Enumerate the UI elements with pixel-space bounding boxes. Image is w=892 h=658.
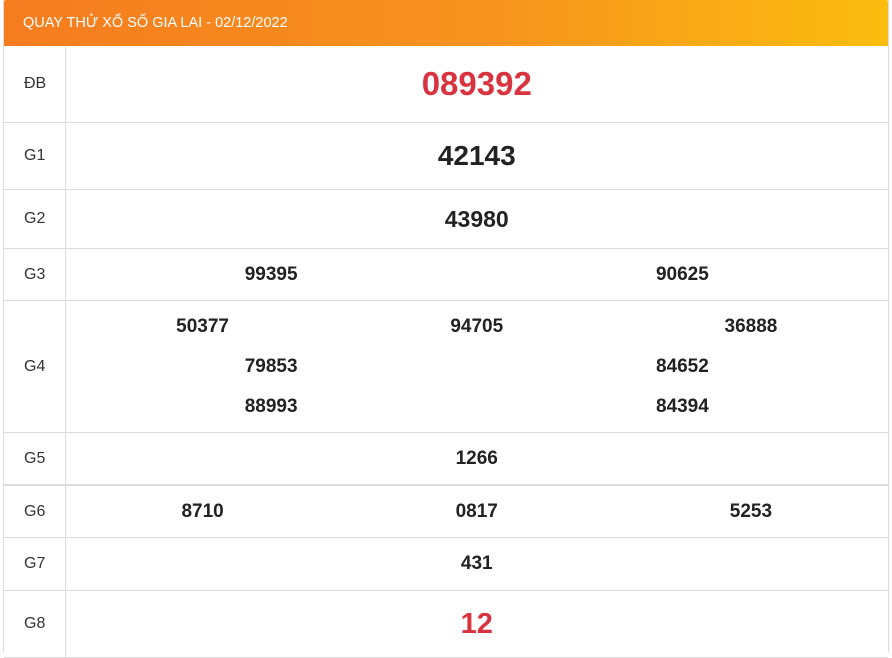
results-table: ĐB 089392 G1 42143 G2 43980 G3 99395 906… xyxy=(4,46,888,658)
prize-label-g3: G3 xyxy=(4,248,66,301)
prize-row-g4: G4 50377 94705 36888 79853 84652 88993 8… xyxy=(4,300,888,433)
prize-label-g1: G1 xyxy=(4,122,66,190)
prize-label-g4: G4 xyxy=(4,300,66,433)
prize-row-g7: G7 431 xyxy=(4,537,888,591)
prize-number-g6: 5253 xyxy=(729,500,773,522)
prize-number-g2: 43980 xyxy=(444,205,509,232)
prize-label-g5: G5 xyxy=(4,432,66,486)
prize-number-g4: 94705 xyxy=(450,315,504,337)
prize-number-g7: 431 xyxy=(460,553,493,574)
prize-number-g6: 8710 xyxy=(181,500,224,522)
prize-label-db: ĐB xyxy=(4,46,66,123)
prize-number-g6: 0817 xyxy=(455,500,498,522)
prize-number-g4: 79853 xyxy=(244,355,298,377)
prize-number-g4: 36888 xyxy=(724,315,778,337)
prize-label-g2: G2 xyxy=(4,189,66,249)
prize-number-g4: 88993 xyxy=(244,395,298,417)
prize-number-g4: 84652 xyxy=(655,355,709,377)
prize-row-g2: G2 43980 xyxy=(4,189,888,249)
prize-row-g3: G3 99395 90625 xyxy=(4,248,888,301)
prize-label-g7: G7 xyxy=(4,537,66,591)
prize-row-g5: G5 1266 xyxy=(4,432,888,486)
prize-number-g1: 42143 xyxy=(437,140,516,171)
prize-number-g4: 50377 xyxy=(176,315,229,337)
results-header: QUAY THỬ XỔ SỐ GIA LAI - 02/12/2022 xyxy=(4,0,888,46)
prize-label-g6: G6 xyxy=(4,484,66,538)
prize-row-g1: G1 42143 xyxy=(4,122,888,190)
results-title: QUAY THỬ XỔ SỐ GIA LAI - 02/12/2022 xyxy=(23,15,288,31)
prize-number-g3: 90625 xyxy=(655,263,709,285)
prize-number-db: 089392 xyxy=(421,65,532,102)
prize-row-db: ĐB 089392 xyxy=(4,46,888,123)
prize-label-g8: G8 xyxy=(4,590,66,658)
prize-number-g4: 84394 xyxy=(655,395,709,417)
prize-number-g5: 1266 xyxy=(455,447,498,469)
lottery-results-card: QUAY THỬ XỔ SỐ GIA LAI - 02/12/2022 ĐB 0… xyxy=(3,0,889,658)
prize-number-g3: 99395 xyxy=(244,263,298,285)
prize-number-g8: 12 xyxy=(460,607,493,640)
prize-row-g6: G6 8710 0817 5253 xyxy=(4,484,888,538)
prize-row-g8: G8 12 xyxy=(4,590,888,658)
